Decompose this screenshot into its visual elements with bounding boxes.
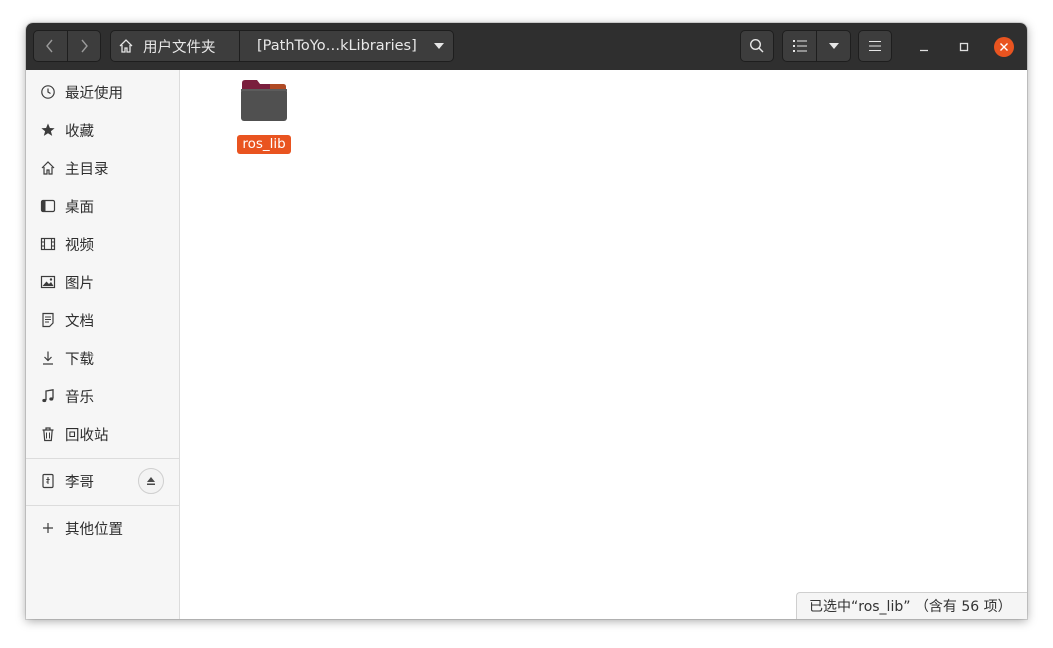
trash-icon xyxy=(40,426,56,442)
file-manager-window: 用户文件夹 [PathToYo…kLibraries] 最近使用 收藏 主目录 … xyxy=(26,23,1027,619)
list-view-icon xyxy=(792,40,807,52)
sidebar-item-desktop[interactable]: 桌面 xyxy=(26,188,179,224)
document-icon xyxy=(40,312,56,328)
back-button[interactable] xyxy=(34,31,67,61)
sidebar-item-label: 李哥 xyxy=(65,474,94,491)
sidebar-item-label: 文档 xyxy=(65,313,94,330)
eject-icon xyxy=(147,477,155,485)
search-button[interactable] xyxy=(740,30,774,62)
path-home-crumb[interactable]: 用户文件夹 xyxy=(111,31,240,61)
usb-drive-icon xyxy=(40,473,56,489)
sidebar-item-label: 下载 xyxy=(65,351,94,368)
navigation-buttons xyxy=(33,30,101,62)
sidebar-item-videos[interactable]: 视频 xyxy=(26,226,179,262)
sidebar-item-other-locations[interactable]: 其他位置 xyxy=(26,510,179,546)
sidebar-divider xyxy=(26,505,179,506)
sidebar-item-label: 图片 xyxy=(65,275,94,292)
file-name-label: ros_lib xyxy=(237,135,291,154)
download-icon xyxy=(40,350,56,366)
sidebar-item-label: 其他位置 xyxy=(65,521,123,538)
selection-status-text: 已选中“ros_lib” （含有 56 项） xyxy=(809,599,1012,615)
picture-icon xyxy=(40,274,56,290)
path-bar: 用户文件夹 [PathToYo…kLibraries] xyxy=(110,30,454,62)
file-view[interactable]: ros_lib xyxy=(180,70,1027,619)
sidebar-item-starred[interactable]: 收藏 xyxy=(26,112,179,148)
home-icon xyxy=(118,38,134,54)
chevron-left-icon xyxy=(46,39,53,53)
home-icon xyxy=(40,160,56,176)
search-icon xyxy=(749,38,764,53)
path-current-label: [PathToYo…kLibraries] xyxy=(257,38,417,54)
view-options-button[interactable] xyxy=(816,31,850,61)
main-menu-button[interactable] xyxy=(858,30,892,62)
plus-icon xyxy=(40,520,56,536)
path-current-crumb[interactable]: [PathToYo…kLibraries] xyxy=(240,31,453,61)
forward-button[interactable] xyxy=(66,31,101,61)
sidebar-item-music[interactable]: 音乐 xyxy=(26,378,179,414)
sidebar-item-trash[interactable]: 回收站 xyxy=(26,416,179,452)
maximize-button[interactable] xyxy=(952,35,976,59)
dropdown-arrow-icon xyxy=(828,43,839,49)
path-home-label: 用户文件夹 xyxy=(143,39,216,56)
sidebar: 最近使用 收藏 主目录 桌面 视频 图片 文档 下载 音乐 回收站 李哥 其他位… xyxy=(26,70,180,619)
sidebar-item-recent[interactable]: 最近使用 xyxy=(26,74,179,110)
sidebar-item-device[interactable]: 李哥 xyxy=(26,463,179,499)
sidebar-item-documents[interactable]: 文档 xyxy=(26,302,179,338)
maximize-icon xyxy=(959,42,969,52)
desktop-icon xyxy=(40,198,56,214)
header-bar: 用户文件夹 [PathToYo…kLibraries] xyxy=(26,23,1027,71)
close-button[interactable] xyxy=(994,37,1014,57)
sidebar-item-home[interactable]: 主目录 xyxy=(26,150,179,186)
sidebar-item-label: 视频 xyxy=(65,237,94,254)
view-buttons xyxy=(782,30,851,62)
sidebar-item-label: 最近使用 xyxy=(65,85,123,102)
sidebar-divider xyxy=(26,458,179,459)
sidebar-item-label: 音乐 xyxy=(65,389,94,406)
folder-item[interactable]: ros_lib xyxy=(237,79,293,154)
folder-icon xyxy=(241,80,287,121)
star-icon xyxy=(40,122,56,138)
close-icon xyxy=(1000,43,1008,51)
video-icon xyxy=(40,236,56,252)
chevron-right-icon xyxy=(81,39,88,53)
eject-button[interactable] xyxy=(138,468,164,494)
sidebar-item-label: 主目录 xyxy=(65,161,109,178)
sidebar-item-label: 桌面 xyxy=(65,199,94,216)
clock-icon xyxy=(40,84,56,100)
sidebar-item-pictures[interactable]: 图片 xyxy=(26,264,179,300)
minimize-button[interactable] xyxy=(912,35,936,59)
hamburger-menu-icon xyxy=(869,41,881,51)
status-bar: 已选中“ros_lib” （含有 56 项） xyxy=(796,592,1027,619)
list-view-button[interactable] xyxy=(783,31,816,61)
minimize-icon xyxy=(920,49,928,52)
music-icon xyxy=(40,388,56,404)
sidebar-item-label: 收藏 xyxy=(65,123,94,140)
sidebar-item-label: 回收站 xyxy=(65,427,109,444)
sidebar-item-downloads[interactable]: 下载 xyxy=(26,340,179,376)
dropdown-arrow-icon xyxy=(434,43,444,49)
